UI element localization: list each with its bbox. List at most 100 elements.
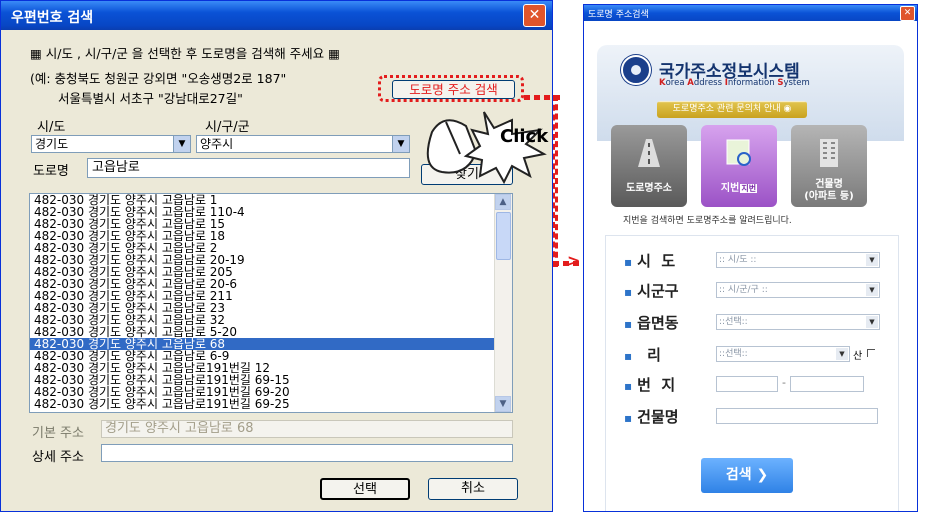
sigungu-select-value: 양주시 xyxy=(200,137,234,151)
list-item[interactable]: 482-030 경기도 양주시 고읍남로191번길 69-25 xyxy=(30,398,512,410)
sido-select[interactable]: :: 시/도 :: ▼ xyxy=(716,252,880,268)
road-address-search-button[interactable]: 도로명 주소 검색 xyxy=(392,80,515,99)
bunji-main-input[interactable] xyxy=(716,376,778,392)
instruction-text: ▦ 시/도 , 시/구/군 을 선택한 후 도로명을 검색해 주세요 ▦ xyxy=(30,46,340,61)
eupmyeondong-field-label: ▪ 읍면동 xyxy=(624,312,679,333)
search-note: 지번을 검색하면 도로명주소를 알려드립니다. xyxy=(623,216,792,226)
sigungu-select-value: :: 시/군/구 :: xyxy=(719,285,768,295)
example-line-2: 서울특별시 서초구 "강남대로27길" xyxy=(58,91,243,106)
result-list[interactable]: 482-030 경기도 양주시 고읍남로 1 482-030 경기도 양주시 고읍… xyxy=(29,193,513,413)
circle-arrow-icon: ◉ xyxy=(783,104,792,114)
window-title: 도로명 주소검색 xyxy=(588,10,649,20)
brand-subtitle-cap: A xyxy=(687,78,694,88)
tile-building[interactable]: 건물명 (아파트 등) xyxy=(791,125,867,207)
brand-subtitle-cap: K xyxy=(659,78,666,88)
brand-subtitle-rest: nformation xyxy=(727,78,778,88)
mouse-click-icon: Click xyxy=(426,111,549,185)
bunji-field-label: ▪ 번 지 xyxy=(624,374,675,395)
basic-address-field: 경기도 양주시 고읍남로 68 xyxy=(101,420,513,438)
eupmyeondong-select-value: ::선택:: xyxy=(719,317,748,327)
building-field-label-text: 건물명 xyxy=(637,408,679,426)
vertical-scrollbar[interactable]: ▲ ▼ xyxy=(494,194,512,412)
tile-lot-number[interactable]: 지번 지번 xyxy=(701,125,777,207)
ri-select-value: ::선택:: xyxy=(719,349,748,359)
bullet-icon: ▪ xyxy=(624,317,633,331)
bunji-field-label-text: 번 지 xyxy=(637,376,676,394)
chevron-down-icon[interactable]: ▼ xyxy=(392,136,409,152)
road-name-label: 도로명 xyxy=(33,164,69,179)
sigungu-field-label: ▪ 시군구 xyxy=(624,280,679,301)
chevron-down-icon[interactable]: ▼ xyxy=(173,136,190,152)
building-field-label: ▪ 건물명 xyxy=(624,406,679,427)
sido-label: 시/도 xyxy=(37,120,66,135)
san-label: 산 xyxy=(853,351,863,362)
sido-select[interactable]: 경기도 ▼ xyxy=(31,135,191,153)
bunji-sub-input[interactable] xyxy=(790,376,864,392)
brand-subtitle-rest: ddress xyxy=(693,78,725,88)
tile-road-address[interactable]: 도로명주소 xyxy=(611,125,687,207)
close-icon[interactable]: ✕ xyxy=(523,4,546,27)
eupmyeondong-select[interactable]: ::선택:: ▼ xyxy=(716,314,880,330)
tile-lot-number-label: 지번 xyxy=(720,183,740,194)
road-name-input[interactable]: 고읍남로 xyxy=(87,158,410,178)
sigungu-select[interactable]: :: 시/군/구 :: ▼ xyxy=(716,282,880,298)
sido-select-value: :: 시/도 :: xyxy=(719,255,757,265)
example-line-1: (예: 충청북도 청원군 강외면 "오송생명2로 187" xyxy=(30,71,287,86)
brand-subtitle: Korea Address Information System xyxy=(659,78,810,88)
connector-line xyxy=(553,95,558,267)
result-rows: 482-030 경기도 양주시 고읍남로 1 482-030 경기도 양주시 고읍… xyxy=(30,194,512,410)
emblem-icon xyxy=(621,55,651,85)
tile-lot-number-caption: 지번 지번 xyxy=(701,183,777,195)
brand-subtitle-rest: orea xyxy=(665,78,688,88)
chevron-down-icon[interactable]: ▼ xyxy=(866,316,878,328)
sigungu-field-label-text: 시군구 xyxy=(637,282,679,300)
close-icon[interactable]: ✕ xyxy=(900,6,915,21)
arrow-right-icon: > xyxy=(567,251,581,270)
sigungu-label: 시/구/군 xyxy=(205,120,250,135)
content-frame: 국가주소정보시스템 Korea Address Information Syst… xyxy=(587,21,914,511)
bullet-icon: ▪ xyxy=(624,285,633,299)
click-callout: Click xyxy=(418,108,568,191)
eupmyeondong-field-label-text: 읍면동 xyxy=(637,314,679,332)
road-icon xyxy=(638,139,660,167)
inquiry-button[interactable]: 도로명주소 관련 문의처 안내 ◉ xyxy=(657,101,807,118)
tile-building-label: 건물명 (아파트 등) xyxy=(804,179,854,202)
title-bar[interactable]: 우편번호 검색 ✕ xyxy=(1,1,552,30)
scrollbar-thumb[interactable] xyxy=(496,212,511,260)
building-icon xyxy=(820,139,838,167)
bunji-separator: - xyxy=(782,376,786,389)
sido-field-label-text: 시 도 xyxy=(637,252,676,270)
ri-select[interactable]: ::선택:: ▼ xyxy=(716,346,850,362)
san-checkbox[interactable] xyxy=(867,349,875,357)
scroll-down-icon[interactable]: ▼ xyxy=(495,396,511,412)
window-title: 우편번호 검색 xyxy=(11,10,94,26)
bullet-icon: ▪ xyxy=(624,379,633,393)
ri-field-label: ▪ 리 xyxy=(624,344,661,365)
inquiry-label: 도로명주소 관련 문의처 안내 xyxy=(672,104,781,114)
tile-road-address-label: 도로명주소 xyxy=(626,183,672,194)
basic-address-label: 기본 주소 xyxy=(32,426,84,441)
detail-address-input[interactable] xyxy=(101,444,513,462)
sido-field-label: ▪ 시 도 xyxy=(624,250,675,271)
bullet-icon: ▪ xyxy=(624,349,633,363)
bullet-icon: ▪ xyxy=(624,255,633,269)
cancel-button[interactable]: 취소 xyxy=(428,478,518,500)
road-address-window: 도로명 주소검색 ✕ 국가주소정보시스템 Korea Address Infor… xyxy=(583,4,918,512)
select-button[interactable]: 선택 xyxy=(320,478,410,500)
brand-subtitle-rest: ystem xyxy=(783,78,810,88)
search-button[interactable]: 검색 ❯ xyxy=(701,458,793,493)
chevron-down-icon[interactable]: ▼ xyxy=(866,284,878,296)
detail-address-label: 상세 주소 xyxy=(32,450,84,465)
chevron-down-icon[interactable]: ▼ xyxy=(836,348,848,360)
building-name-input[interactable] xyxy=(716,408,878,424)
sido-select-value: 경기도 xyxy=(35,137,69,151)
scroll-up-icon[interactable]: ▲ xyxy=(495,194,511,210)
ri-field-label-text: 리 xyxy=(647,346,661,364)
chevron-down-icon[interactable]: ▼ xyxy=(866,254,878,266)
title-bar[interactable]: 도로명 주소검색 ✕ xyxy=(584,5,917,21)
click-label: Click xyxy=(500,126,549,147)
tile-lot-badge: 지번 xyxy=(740,184,758,193)
bullet-icon: ▪ xyxy=(624,411,633,425)
map-search-icon xyxy=(726,139,751,166)
sigungu-select[interactable]: 양주시 ▼ xyxy=(196,135,410,153)
